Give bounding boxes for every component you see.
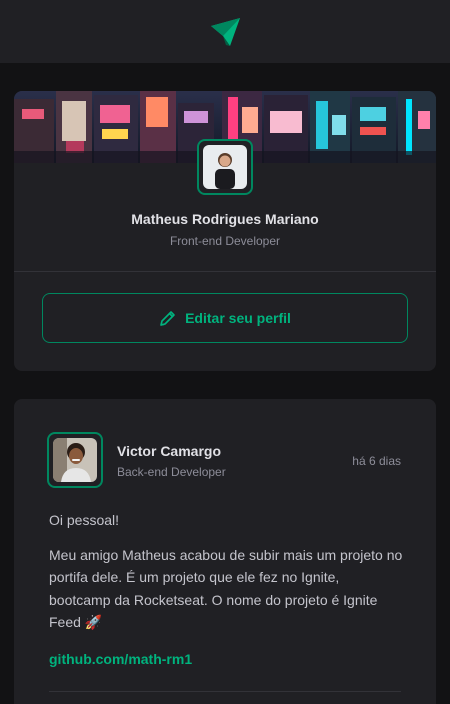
edit-profile-button[interactable]: Editar seu perfil <box>42 293 408 343</box>
author-avatar[interactable] <box>47 432 103 488</box>
profile-name: Matheus Rodrigues Mariano <box>131 211 319 227</box>
author-role: Back-end Developer <box>117 465 226 479</box>
post-divider <box>49 691 401 692</box>
app-header <box>0 0 450 63</box>
post-paragraph: Meu amigo Matheus acabou de subir mais u… <box>49 546 403 631</box>
profile-sidebar: Matheus Rodrigues Mariano Front-end Deve… <box>14 91 436 371</box>
ignite-feed-logo-icon[interactable] <box>209 17 241 47</box>
post-timestamp: há 6 dias <box>352 454 401 468</box>
profile-avatar[interactable] <box>197 139 253 195</box>
post-link[interactable]: github.com/math-rm1 <box>49 651 192 667</box>
profile-role: Front-end Developer <box>169 234 281 248</box>
post-paragraph: Oi pessoal! <box>49 512 120 528</box>
profile-divider <box>14 271 436 272</box>
post-card: Victor Camargo Back-end Developer há 6 d… <box>14 399 436 704</box>
edit-profile-label: Editar seu perfil <box>185 310 291 326</box>
post-content: Oi pessoal! Meu amigo Matheus acabou de … <box>49 509 404 646</box>
pencil-icon <box>160 311 175 326</box>
author-name: Victor Camargo <box>117 443 221 459</box>
